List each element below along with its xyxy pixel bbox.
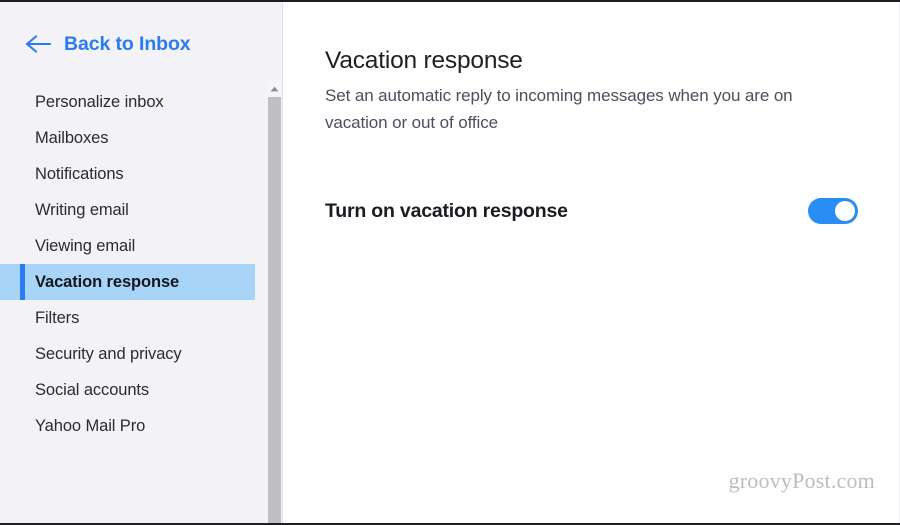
vacation-response-setting-row: Turn on vacation response — [325, 198, 858, 225]
toggle-knob — [835, 201, 855, 222]
watermark: groovyPost.com — [728, 468, 875, 493]
settings-screen: Back to Inbox Personalize inbox Mailboxe… — [0, 0, 900, 525]
sidebar-item-security-and-privacy[interactable]: Security and privacy — [0, 336, 282, 372]
vacation-response-toggle[interactable] — [808, 198, 858, 225]
sidebar-item-notifications[interactable]: Notifications — [0, 156, 282, 192]
sidebar-item-vacation-response[interactable]: Vacation response — [0, 264, 255, 300]
vacation-response-toggle-label: Turn on vacation response — [325, 199, 568, 222]
sidebar-item-label: Yahoo Mail Pro — [35, 416, 146, 435]
sidebar-item-label: Social accounts — [35, 380, 150, 399]
scrollbar-thumb[interactable] — [268, 97, 281, 523]
sidebar-scrollbar[interactable] — [267, 80, 282, 523]
page-subtitle: Set an automatic reply to incoming messa… — [325, 86, 793, 133]
page-title: Vacation response — [325, 47, 523, 74]
sidebar-item-label: Filters — [35, 308, 80, 327]
sidebar-item-label: Personalize inbox — [35, 92, 164, 111]
back-to-inbox-link[interactable]: Back to Inbox — [0, 24, 282, 64]
sidebar-item-label: Security and privacy — [35, 344, 182, 363]
sidebar-item-label: Notifications — [35, 164, 124, 183]
sidebar-item-viewing-email[interactable]: Viewing email — [0, 228, 282, 264]
sidebar-item-label: Viewing email — [35, 236, 136, 255]
sidebar-item-label: Writing email — [35, 200, 129, 219]
sidebar-item-filters[interactable]: Filters — [0, 300, 282, 336]
back-to-inbox-label: Back to Inbox — [64, 32, 191, 55]
sidebar-item-label: Mailboxes — [35, 128, 109, 147]
sidebar-item-personalize-inbox[interactable]: Personalize inbox — [0, 84, 282, 120]
arrow-left-icon — [25, 34, 52, 54]
settings-sidebar: Back to Inbox Personalize inbox Mailboxe… — [0, 2, 283, 523]
sidebar-item-mailboxes[interactable]: Mailboxes — [0, 120, 282, 156]
main-content: Vacation response Set an automatic reply… — [299, 2, 899, 225]
settings-main-panel: Vacation response Set an automatic reply… — [299, 2, 900, 523]
sidebar-item-social-accounts[interactable]: Social accounts — [0, 372, 282, 408]
sidebar-item-writing-email[interactable]: Writing email — [0, 192, 282, 228]
caret-up-icon[interactable] — [267, 80, 282, 97]
sidebar-item-label: Vacation response — [35, 272, 180, 291]
scrollbar-track[interactable] — [268, 97, 281, 523]
settings-nav-list: Personalize inbox Mailboxes Notification… — [0, 84, 282, 444]
sidebar-item-yahoo-mail-pro[interactable]: Yahoo Mail Pro — [0, 408, 282, 444]
